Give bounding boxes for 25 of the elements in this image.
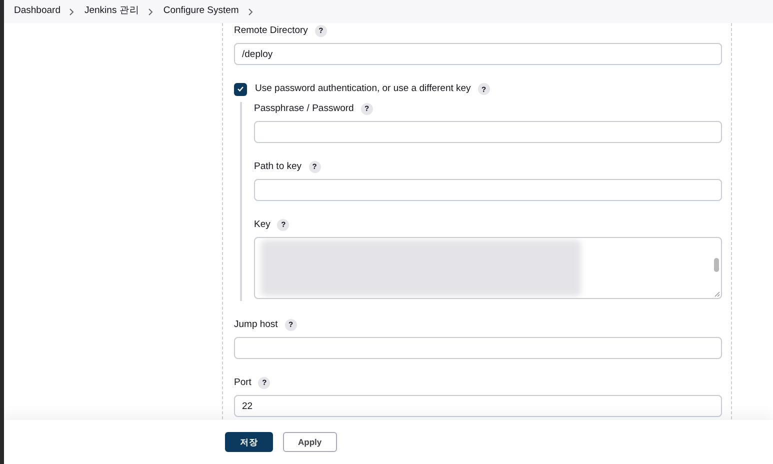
field-label: Key [254, 218, 270, 232]
chevron-icon [69, 8, 76, 16]
field-label: Path to key [254, 160, 302, 174]
input-field[interactable] [254, 121, 722, 144]
input-field[interactable]: /deploy [234, 43, 722, 65]
chevron-icon [148, 8, 154, 16]
field-label: Remote Directory [234, 24, 308, 37]
save-button[interactable]: 저장 [225, 432, 273, 452]
chevron-icon [248, 8, 254, 16]
check-icon [237, 86, 244, 92]
resize-handle-icon[interactable] [714, 291, 720, 298]
apply-button[interactable]: Apply [283, 432, 337, 452]
input-field[interactable]: 22 [234, 395, 722, 418]
input-field[interactable] [234, 337, 722, 360]
field-label: Port [234, 376, 252, 390]
field-label: Jump host [234, 318, 278, 332]
checkbox[interactable] [234, 82, 247, 96]
breadcrumb-link[interactable]: Dashboard [14, 4, 60, 19]
key-field[interactable] [254, 237, 722, 300]
breadcrumb-link[interactable]: Configure System [163, 4, 239, 19]
field-label: Passphrase / Password [254, 102, 354, 116]
scrollbar-thumb [714, 258, 719, 272]
input-field[interactable] [254, 179, 722, 202]
checkbox-label[interactable]: Use password authentication, or use a different key [255, 82, 471, 96]
breadcrumb-link[interactable]: Jenkins 관리 [84, 4, 140, 19]
